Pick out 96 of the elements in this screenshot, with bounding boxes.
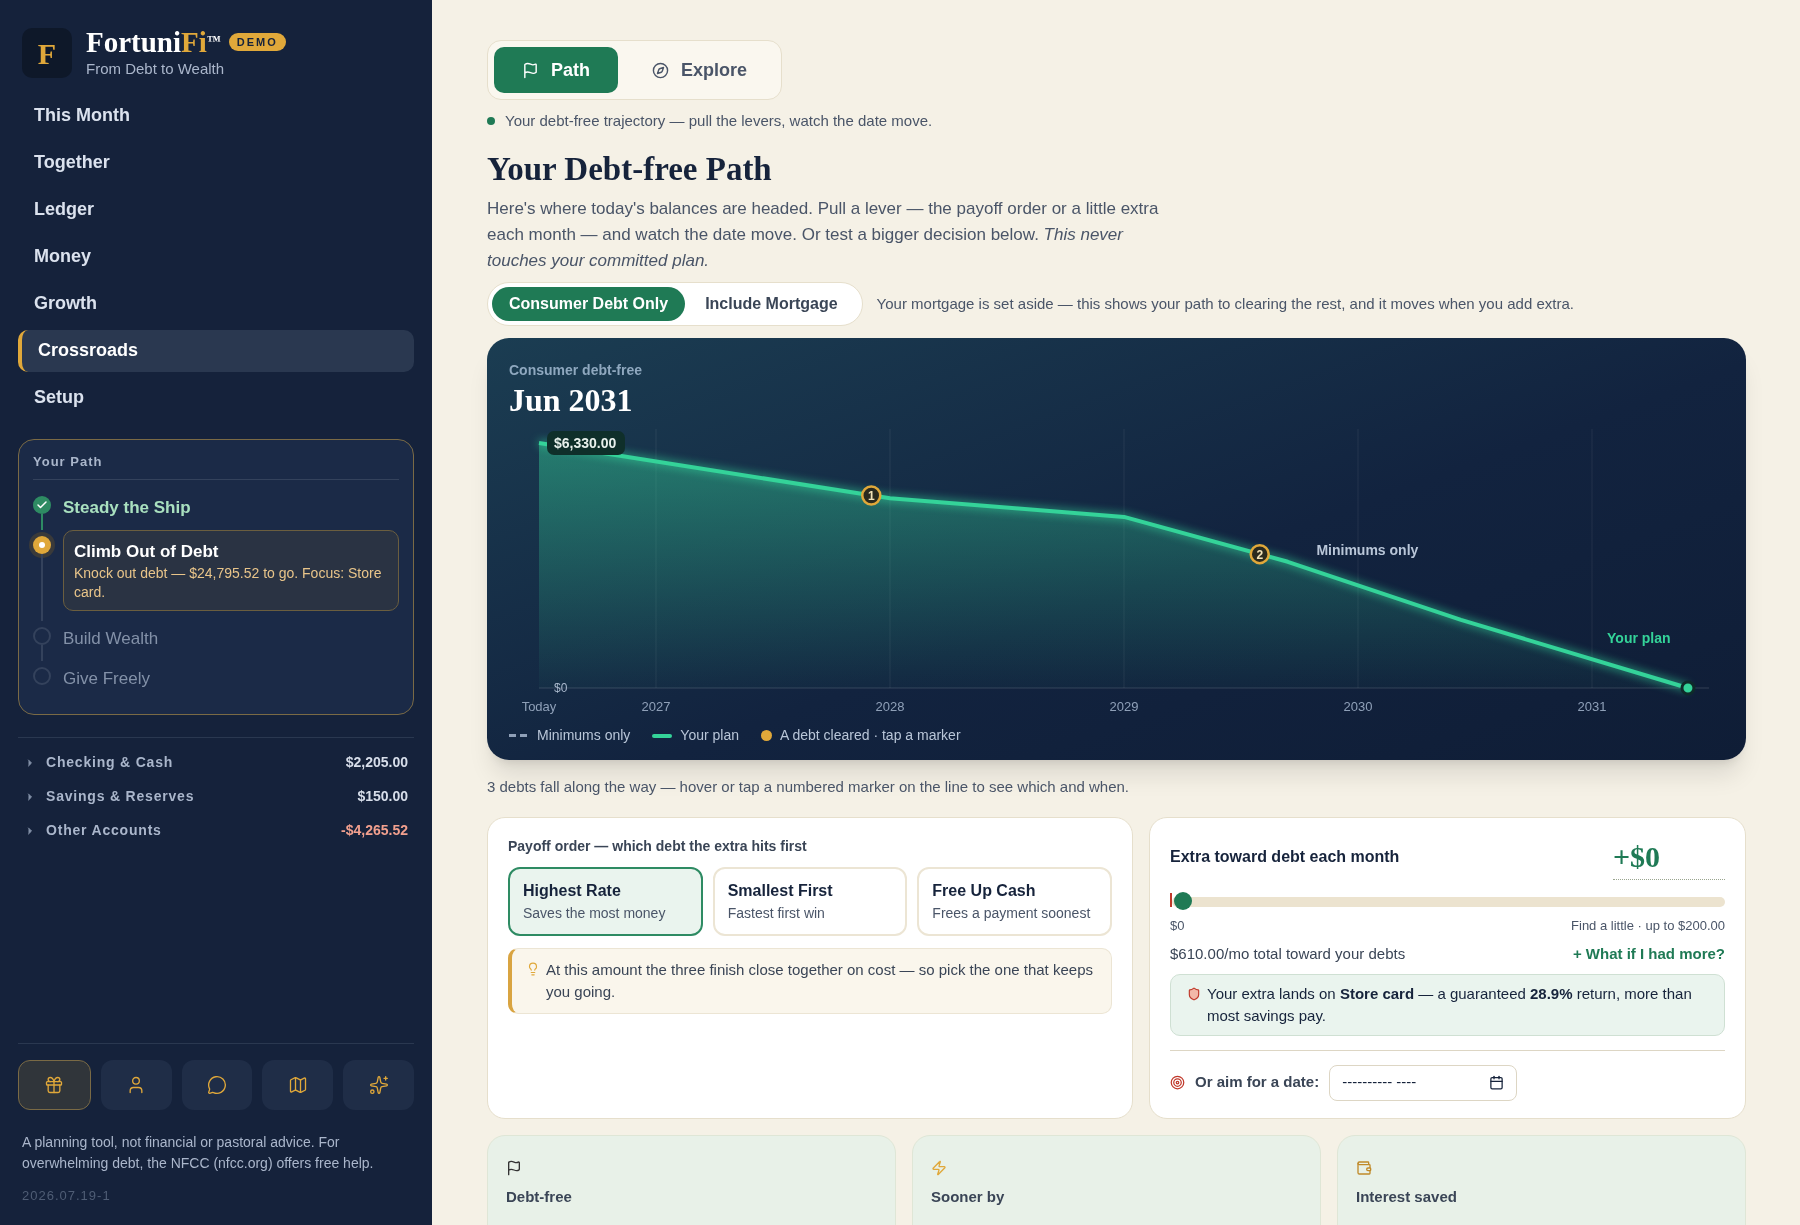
line-label: Minimums only: [1316, 542, 1419, 558]
gift-icon: [44, 1074, 65, 1095]
disclaimer-text: A planning tool, not financial or pastoral advice. For overwhelming debt, the NFCC (nfcc.org) offers free help.: [21, 1132, 375, 1173]
brand-tagline: From Debt to Wealth: [86, 59, 226, 79]
nav-item[interactable]: Together: [18, 141, 414, 184]
chart-note: 3 debts fall along the way — hover or tap a numbered marker on the line to see which and when.: [487, 777, 1131, 797]
line-label: Your plan: [1607, 629, 1671, 646]
slider-thumb[interactable]: [1174, 891, 1192, 910]
date-field[interactable]: ---------- ----: [1329, 1064, 1518, 1101]
date-label: Or aim for a date:: [1195, 1072, 1320, 1093]
start-balance-label: $6,330.00: [547, 431, 625, 455]
logo-icon: F: [22, 28, 72, 79]
mode-tab[interactable]: Explore: [624, 47, 776, 93]
account-amount: $2,205.00: [345, 753, 408, 772]
axis-label: 2028: [875, 699, 905, 714]
annotation: 1: [867, 488, 875, 503]
scope-note: Your mortgage is set aside — this shows your path to clearing the rest, and it moves when you add extra.: [876, 293, 1574, 314]
dashed-line-icon: [509, 734, 529, 737]
stat-label: Interest saved: [1356, 1186, 1458, 1207]
end-point-marker[interactable]: [1680, 680, 1696, 696]
compass-icon: [652, 61, 669, 79]
slider-max-label: Find a little · up to $200.00: [1571, 916, 1725, 935]
account-name: Checking & Cash: [46, 753, 175, 772]
flag-icon: [522, 61, 539, 79]
wallet-icon: [1356, 1159, 1372, 1176]
map-icon: [287, 1074, 308, 1095]
payoff-option[interactable]: Highest Rate Saves the most money: [508, 866, 703, 936]
insight-text: Your extra lands on Store card — a guaranteed 28.9% return, more than most savings pay.: [1207, 983, 1693, 1026]
brand-name: FortuniFi$^{™}$: [86, 26, 221, 58]
tip-text: At this amount the three finish close together on cost — so pick the one that keeps you going.: [546, 959, 1094, 1002]
axis-label: 2031: [1577, 699, 1607, 714]
lightbulb-icon: [526, 961, 540, 976]
nav-item[interactable]: Growth: [18, 282, 414, 325]
debt-cleared-marker[interactable]: 1: [861, 485, 882, 506]
step-title: Build Wealth: [63, 628, 159, 650]
what-if-link[interactable]: + What if I had more?: [1572, 943, 1725, 966]
account-group[interactable]: Savings & Reserves $150.00: [24, 786, 408, 807]
axis-label: 2029: [1109, 699, 1139, 714]
chart-caption: Consumer debt-free: [509, 361, 644, 380]
slider-min-label: $0: [1170, 916, 1185, 935]
status-text: Your debt-free trajectory — pull the levers, watch the date move.: [505, 111, 933, 131]
panel-title: Your Path: [33, 451, 399, 480]
lightning-icon: [931, 1159, 947, 1176]
legend-label: Your plan: [680, 726, 739, 745]
scope-option[interactable]: Include Mortgage: [685, 287, 858, 321]
payoff-option[interactable]: Free Up Cash Frees a payment soonest: [917, 866, 1112, 936]
step-title: Climb Out of Debt: [74, 540, 220, 563]
tool-button[interactable]: [262, 1059, 334, 1110]
scope-option[interactable]: Consumer Debt Only: [492, 287, 686, 321]
chat-bubble-icon: [207, 1074, 227, 1095]
calendar-icon: [1489, 1075, 1505, 1090]
step-current-icon: [33, 535, 51, 554]
axis-label: $0: [554, 681, 568, 695]
stat-label: Debt-free: [506, 1186, 573, 1207]
account-amount: -$4,265.52: [341, 821, 408, 840]
account-name: Other Accounts: [46, 821, 163, 840]
nav-item[interactable]: This Month: [18, 94, 414, 137]
intro-text: Here's where today's balances are headed. Pull a lever — the payoff order or a little extra each month — and watch the date move. Or test a bigger decision below. This never touches your committed plan.: [487, 198, 1160, 272]
debt-cleared-marker[interactable]: 2: [1249, 543, 1270, 565]
flag-icon: [506, 1159, 522, 1176]
step-upcoming-icon: [33, 666, 51, 685]
debt-free-date: Jun 2031: [509, 381, 634, 419]
axis-label: 2030: [1343, 699, 1373, 714]
account-group[interactable]: Checking & Cash $2,205.00: [24, 752, 408, 773]
stat-label: Sooner by: [931, 1186, 1006, 1207]
payoff-option[interactable]: Smallest First Fastest first win: [712, 866, 908, 936]
card-title: Extra toward debt each month: [1170, 846, 1400, 867]
monthly-total: $610.00/mo total toward your debts: [1170, 944, 1406, 964]
nav-item[interactable]: Ledger: [18, 188, 414, 231]
tool-button[interactable]: [343, 1059, 414, 1110]
extra-amount: +$0: [1613, 833, 1725, 880]
account-amount: $150.00: [357, 787, 408, 806]
card-title: Payoff order — which debt the extra hits first: [508, 836, 808, 856]
account-name: Savings & Reserves: [46, 787, 196, 806]
account-group[interactable]: Other Accounts -$4,265.52: [24, 820, 408, 841]
demo-badge: DEMO: [228, 32, 286, 52]
nav-item[interactable]: Setup: [18, 376, 414, 419]
legend-label: Minimums only: [537, 726, 631, 745]
nav-item[interactable]: Crossroads: [18, 329, 414, 372]
tool-button[interactable]: [181, 1059, 253, 1110]
axis-label: Today: [521, 699, 557, 714]
step-title: Give Freely: [63, 667, 150, 690]
target-icon: [1170, 1075, 1185, 1090]
nav-item[interactable]: Money: [18, 235, 414, 278]
step-title: Steady the Ship: [63, 497, 191, 519]
annotation: 2: [1256, 547, 1264, 562]
sparkles-icon: [368, 1074, 389, 1095]
tool-button[interactable]: [18, 1059, 91, 1110]
y-tick-label: $6,330.00: [554, 435, 617, 451]
step-detail: Knock out debt — $24,795.52 to go. Focus: Store card.: [74, 564, 383, 602]
axis-label: 2027: [641, 699, 671, 714]
version-label: 2026.07.19-1: [21, 1186, 112, 1205]
legend-label: A debt cleared · tap a marker: [780, 726, 961, 745]
page-title: Your Debt-free Path: [487, 149, 773, 189]
mode-tab[interactable]: Path: [494, 47, 618, 93]
shield-icon: [1187, 986, 1201, 1001]
